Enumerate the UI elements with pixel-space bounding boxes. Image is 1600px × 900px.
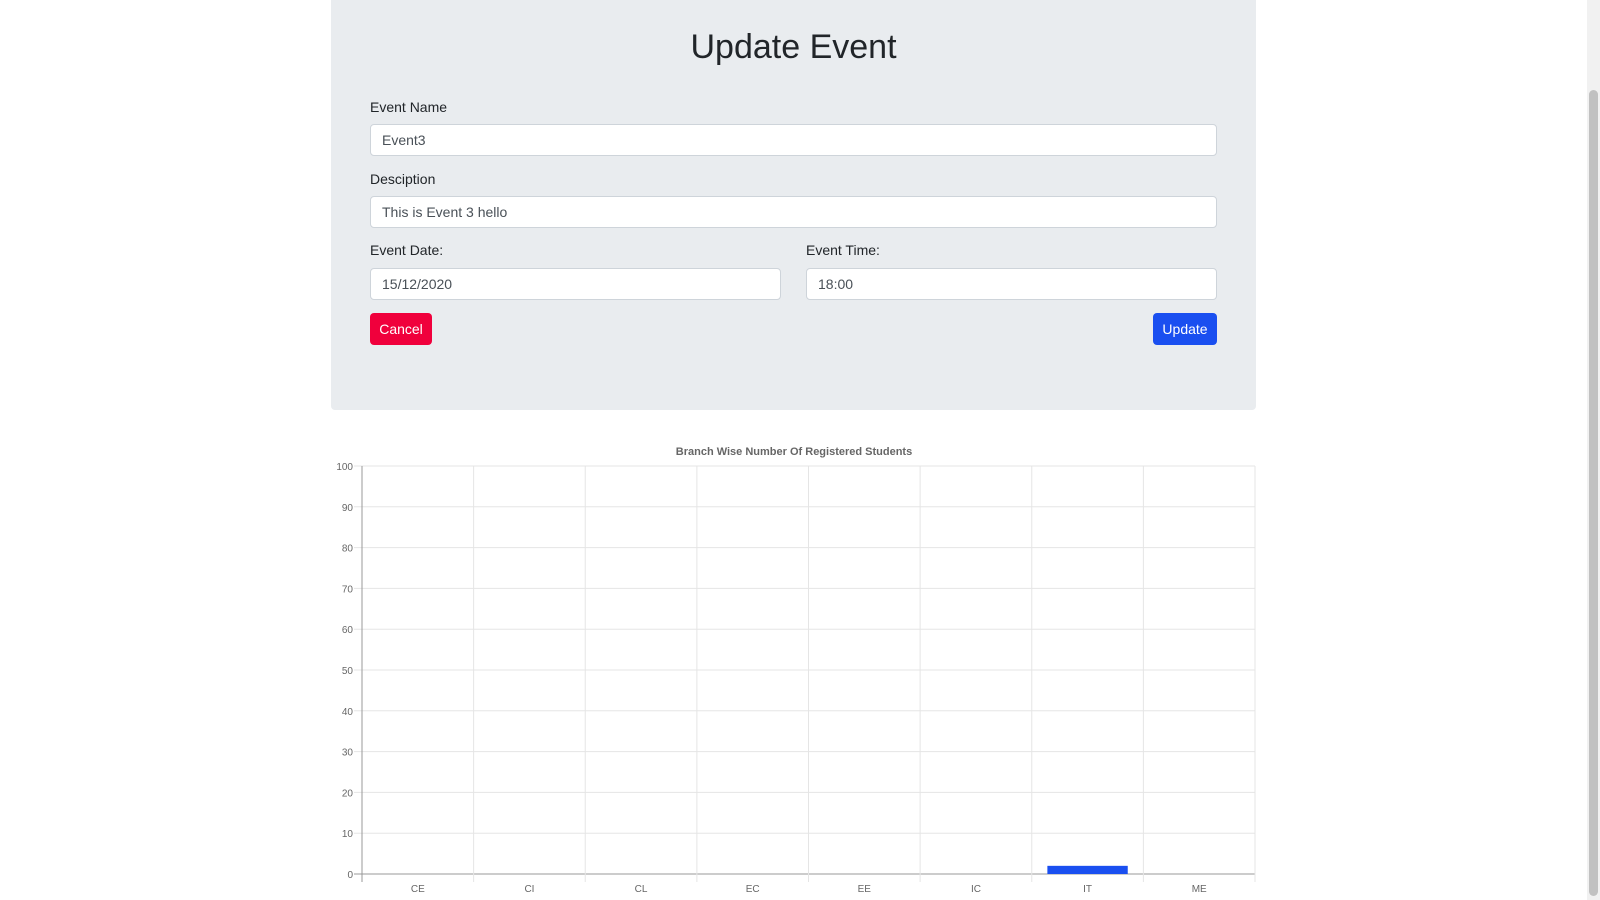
page-scrollbar[interactable] <box>1587 0 1600 900</box>
x-tick-label: CL <box>635 884 648 895</box>
y-tick-label: 60 <box>342 625 354 636</box>
x-tick-label: IC <box>971 884 981 895</box>
y-tick-label: 20 <box>342 788 354 799</box>
chart-grid <box>354 465 1256 882</box>
x-tick-label: EC <box>746 884 760 895</box>
y-tick-label: 80 <box>342 544 354 555</box>
y-tick-label: 10 <box>342 829 354 840</box>
y-tick-label: 30 <box>342 748 354 759</box>
x-tick-label: EE <box>858 884 872 895</box>
x-tick-label: ME <box>1192 884 1207 895</box>
scrollbar-thumb[interactable] <box>1589 90 1598 896</box>
y-tick-label: 0 <box>347 870 353 881</box>
x-tick-label: CE <box>411 884 425 895</box>
y-tick-label: 100 <box>336 462 353 473</box>
chart-title: Branch Wise Number Of Registered Student… <box>676 446 912 458</box>
x-tick-label: CI <box>524 884 534 895</box>
chart-axis-labels: 0 10 20 30 40 50 60 70 80 90 100 CE CI CL EC EE IC IT ME <box>336 462 1207 895</box>
registered-students-bar-chart: Branch Wise Number Of Registered Student… <box>336 446 1256 895</box>
chart-bars <box>1047 865 1128 874</box>
y-tick-label: 70 <box>342 584 354 595</box>
x-tick-label: IT <box>1083 884 1092 895</box>
y-tick-label: 50 <box>342 666 354 677</box>
y-tick-label: 40 <box>342 707 354 718</box>
y-tick-label: 90 <box>342 503 354 514</box>
bar-it[interactable] <box>1047 865 1128 874</box>
